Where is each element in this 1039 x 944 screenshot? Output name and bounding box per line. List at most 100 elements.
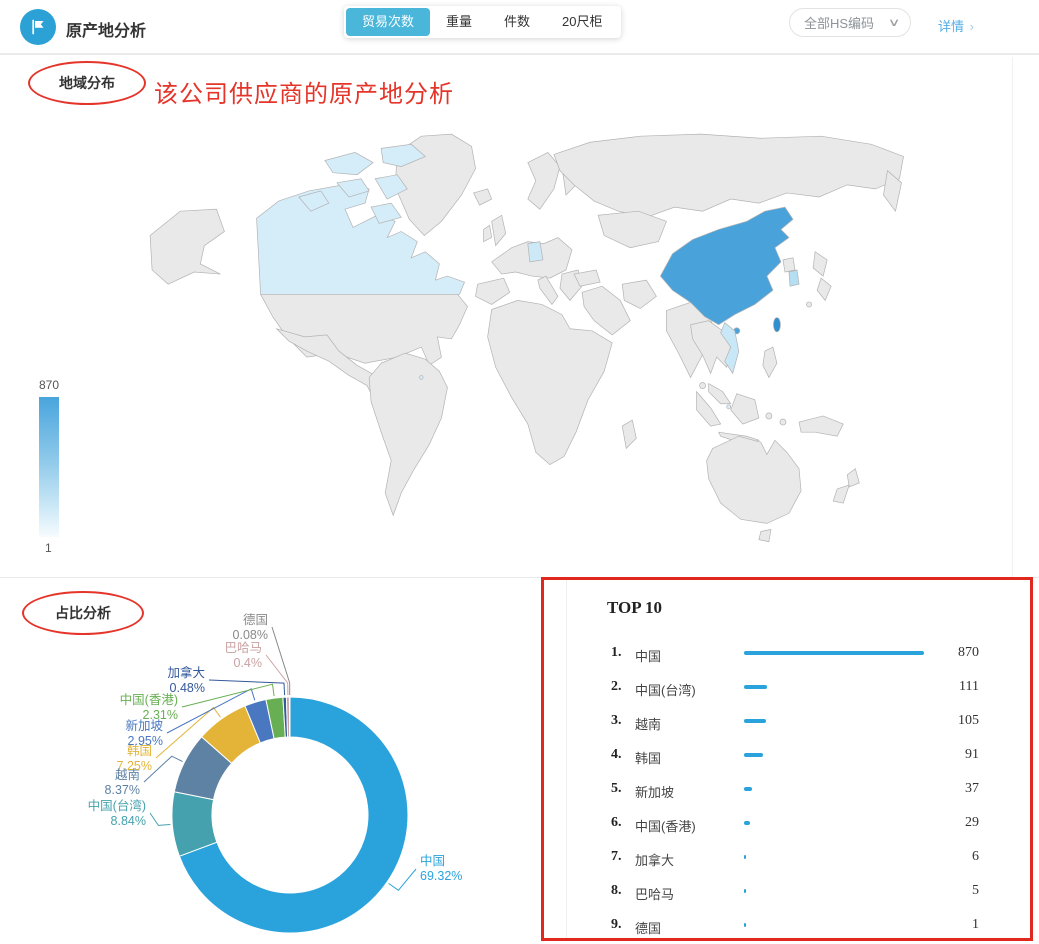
value-label: 6 <box>972 849 979 865</box>
header-divider <box>0 54 1039 55</box>
country-name: 加拿大 <box>635 850 674 869</box>
world-map-land <box>150 134 903 541</box>
donut-chart[interactable]: 中国69.32%中国(台湾)8.84%越南8.37%韩国7.25%新加坡2.95… <box>0 577 541 944</box>
top10-row[interactable]: 3. 越南 105 <box>567 704 1033 738</box>
rank-label: 2. <box>611 679 622 695</box>
value-label: 111 <box>959 679 979 695</box>
top10-panel: TOP 10 1. 中国 870 2. 中国(台湾) 111 3. 越南 105 4. 韩国 91 5.… <box>566 578 1032 941</box>
pie-label-pct: 2.31% <box>120 708 178 723</box>
value-label: 29 <box>965 815 979 831</box>
value-bar <box>744 855 746 859</box>
pie-label-name: 巴哈马 <box>224 641 262 656</box>
map-card-right-edge <box>1012 57 1013 577</box>
pie-slice[interactable] <box>289 697 290 737</box>
pie-label-pct: 8.37% <box>105 783 140 798</box>
pie-label-name: 德国 <box>233 613 268 628</box>
detail-link[interactable]: 详情 › <box>938 16 974 35</box>
country-name: 新加坡 <box>635 782 674 801</box>
pie-label: 中国(香港)2.31% <box>120 693 178 723</box>
pie-label-line <box>150 813 170 825</box>
top10-row[interactable]: 9.德国1 <box>567 908 1033 942</box>
chevron-down-icon: ∨ <box>888 16 901 29</box>
value-bar <box>744 685 767 689</box>
top10-row[interactable]: 2. 中国(台湾) 111 <box>567 670 1033 704</box>
country-name: 中国(香港) <box>635 816 696 835</box>
pie-label-pct: 0.48% <box>167 681 205 696</box>
map-region-bahamas[interactable] <box>420 376 424 380</box>
rank-label: 6. <box>611 815 622 831</box>
rank-label: 5. <box>611 781 622 797</box>
origin-analysis-page: 原产地分析 贸易次数重量件数20尺柜 全部HS编码 ∨ 详情 › 地域分布 该公… <box>0 0 1039 944</box>
rank-label: 7. <box>611 849 622 865</box>
chevron-right-icon: › <box>970 19 974 34</box>
country-name: 越南 <box>635 714 661 733</box>
country-name: 韩国 <box>635 748 661 767</box>
map-color-scale: 870 1 <box>38 378 78 555</box>
tab-trade-count[interactable]: 贸易次数 <box>346 8 430 36</box>
pie-label-line <box>272 627 290 695</box>
top10-row[interactable]: 7. 加拿大 6 <box>567 840 1033 874</box>
red-annotation-text: 该公司供应商的原产地分析 <box>154 74 454 109</box>
tab-piece-count[interactable]: 件数 <box>488 8 546 36</box>
rank-label: 1. <box>611 645 622 661</box>
pie-label-pct: 2.95% <box>125 734 163 749</box>
value-label: 37 <box>965 781 979 797</box>
country-name: 德国 <box>635 918 661 937</box>
top10-row[interactable]: 6. 中国(香港) 29 <box>567 806 1033 840</box>
map-region-taiwan[interactable] <box>773 318 780 332</box>
top10-row[interactable]: 1. 中国 870 <box>567 636 1033 670</box>
pie-label-pct: 8.84% <box>88 814 146 829</box>
pie-label-pct: 0.08% <box>233 628 268 643</box>
top10-title: TOP 10 <box>607 598 662 618</box>
tab-teu[interactable]: 20尺柜 <box>546 8 618 36</box>
value-bar <box>744 651 924 655</box>
scale-max-label: 870 <box>39 378 78 392</box>
region-distribution-badge: 地域分布 <box>28 61 146 105</box>
rank-label: 3. <box>611 713 622 729</box>
value-bar <box>744 719 766 723</box>
country-name: 中国 <box>635 646 661 665</box>
top10-row[interactable]: 5. 新加坡 37 <box>567 772 1033 806</box>
rank-label: 4. <box>611 747 622 763</box>
value-label: 91 <box>965 747 979 763</box>
world-map-svg <box>128 122 1012 568</box>
map-region-south-korea[interactable] <box>789 270 799 286</box>
pie-label-name: 中国(台湾) <box>88 799 146 814</box>
value-label: 870 <box>958 645 979 661</box>
map-region-germany[interactable] <box>528 242 543 262</box>
value-bar <box>744 889 746 893</box>
pie-label-pct: 7.25% <box>117 759 152 774</box>
value-label: 1 <box>972 917 979 933</box>
pie-label: 中国69.32% <box>420 854 462 884</box>
pie-label: 中国(台湾)8.84% <box>88 799 146 829</box>
country-name: 中国(台湾) <box>635 680 696 699</box>
world-map-chart[interactable] <box>128 122 1012 568</box>
value-bar <box>744 753 763 757</box>
pie-label: 新加坡2.95% <box>125 719 163 749</box>
map-region-singapore[interactable] <box>727 405 731 409</box>
value-label: 5 <box>972 883 979 899</box>
app-logo <box>20 9 56 45</box>
tab-weight[interactable]: 重量 <box>430 8 488 36</box>
scale-gradient-bar <box>39 397 59 537</box>
donut-svg <box>0 577 541 944</box>
hs-code-select[interactable]: 全部HS编码 ∨ <box>789 8 911 37</box>
pie-label: 巴哈马0.4% <box>224 641 262 671</box>
country-name: 巴哈马 <box>635 884 674 903</box>
metric-tab-bar: 贸易次数重量件数20尺柜 <box>344 6 621 38</box>
hs-code-selected-value: 全部HS编码 <box>804 13 890 32</box>
pie-label: 加拿大0.48% <box>167 666 205 696</box>
page-title: 原产地分析 <box>66 17 146 41</box>
pie-label-pct: 0.4% <box>224 656 262 671</box>
value-bar <box>744 923 746 927</box>
top10-row[interactable]: 8.巴哈马5 <box>567 874 1033 908</box>
value-bar <box>744 821 750 825</box>
top10-row[interactable]: 4. 韩国 91 <box>567 738 1033 772</box>
flag-icon <box>28 17 48 37</box>
value-label: 105 <box>958 713 979 729</box>
pie-label: 德国0.08% <box>233 613 268 643</box>
header: 原产地分析 贸易次数重量件数20尺柜 全部HS编码 ∨ 详情 › <box>0 0 1039 54</box>
pie-label-pct: 69.32% <box>420 869 462 884</box>
value-bar <box>744 787 752 791</box>
pie-label-name: 中国 <box>420 854 462 869</box>
